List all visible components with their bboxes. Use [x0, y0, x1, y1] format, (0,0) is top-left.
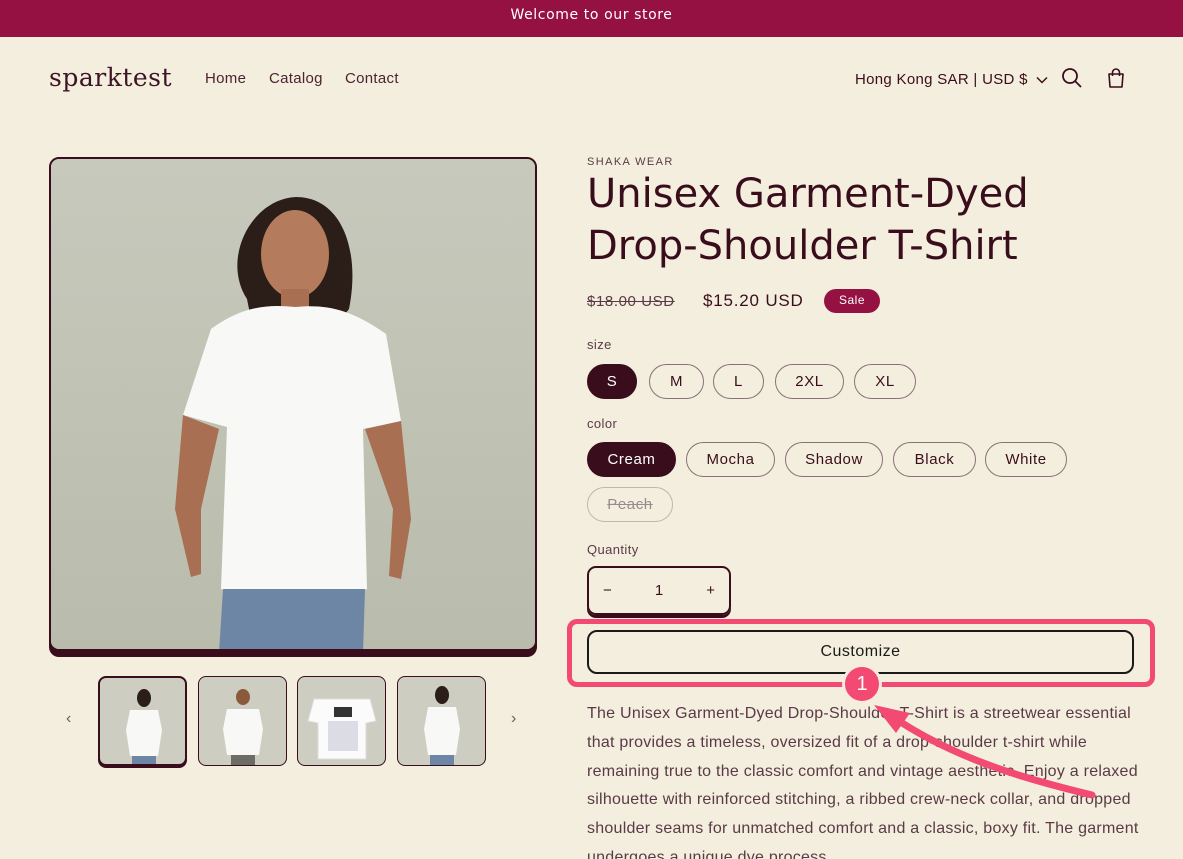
announcement-bar: Welcome to our store	[0, 0, 1183, 37]
quantity-value[interactable]: 1	[655, 582, 663, 599]
model-photo	[51, 159, 535, 649]
locale-label: Hong Kong SAR | USD $	[855, 71, 1028, 88]
annotation-badge: 1	[842, 664, 882, 704]
chevron-down-icon	[1036, 76, 1048, 84]
color-option-shadow[interactable]: Shadow	[785, 442, 883, 477]
chevron-left-icon[interactable]: ‹	[66, 710, 71, 728]
thumbnail-1[interactable]	[98, 676, 187, 766]
chevron-right-icon[interactable]: ›	[511, 710, 516, 728]
nav-home[interactable]: Home	[205, 70, 246, 87]
product-main-image[interactable]	[49, 157, 537, 651]
thumbnail-2[interactable]	[198, 676, 287, 766]
color-option-peach[interactable]: Peach	[587, 487, 673, 522]
nav-contact[interactable]: Contact	[345, 70, 399, 87]
store-logo[interactable]: sparktest	[49, 63, 172, 92]
product-description: The Unisex Garment-Dyed Drop-Shoulder T-…	[587, 705, 1139, 859]
product-title: Unisex Garment-Dyed Drop-Shoulder T-Shir…	[587, 171, 1029, 269]
site-header: sparktest Home Catalog Contact Hong Kong…	[0, 37, 1183, 121]
size-option-s[interactable]: S	[587, 364, 637, 399]
cart-icon[interactable]	[1105, 67, 1127, 89]
color-label: color	[587, 416, 618, 431]
color-option-white[interactable]: White	[985, 442, 1067, 477]
color-option-black[interactable]: Black	[893, 442, 976, 477]
locale-selector[interactable]: Hong Kong SAR | USD $	[855, 71, 1048, 88]
thumbnail-4[interactable]	[397, 676, 486, 766]
size-option-l[interactable]: L	[713, 364, 764, 399]
quantity-increase-button[interactable]: +	[706, 582, 715, 599]
quantity-stepper: − 1 +	[587, 566, 731, 615]
size-option-m[interactable]: M	[649, 364, 704, 399]
size-label: size	[587, 337, 612, 352]
color-option-mocha[interactable]: Mocha	[686, 442, 775, 477]
size-option-2xl[interactable]: 2XL	[775, 364, 844, 399]
product-vendor: SHAKA WEAR	[587, 156, 674, 168]
original-price: $18.00 USD	[587, 293, 675, 310]
size-option-xl[interactable]: XL	[854, 364, 916, 399]
nav-catalog[interactable]: Catalog	[269, 70, 323, 87]
thumbnail-3[interactable]	[297, 676, 386, 766]
color-option-cream[interactable]: Cream	[587, 442, 676, 477]
quantity-label: Quantity	[587, 542, 639, 557]
quantity-decrease-button[interactable]: −	[603, 582, 612, 599]
sale-price: $15.20 USD	[703, 291, 804, 310]
sale-badge: Sale	[824, 289, 880, 313]
search-icon[interactable]	[1061, 67, 1083, 89]
